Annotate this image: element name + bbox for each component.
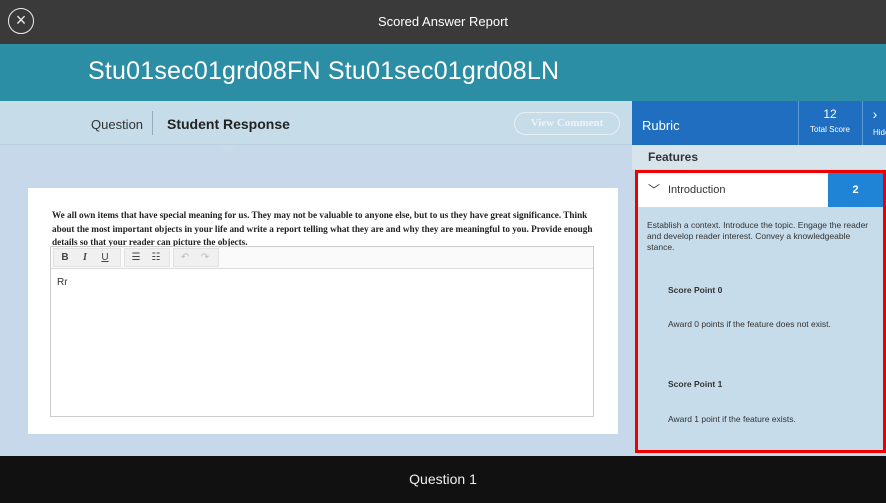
tab-student-response[interactable]: Student Response <box>167 116 290 132</box>
rubric-title: Rubric <box>642 118 680 133</box>
tab-divider <box>152 111 153 135</box>
list-group: ☰ ☷ <box>124 248 170 267</box>
response-text: Rr <box>57 277 68 288</box>
bold-button[interactable]: B <box>58 252 72 263</box>
format-group: B I U <box>53 248 121 267</box>
tab-question[interactable]: Question <box>91 117 143 132</box>
total-score-value: 12 <box>823 107 837 121</box>
student-name: Stu01sec01grd08FN Stu01sec01grd08LN <box>88 57 560 85</box>
feature-introduction: ﹀ Introduction 2 Establish a context. In… <box>635 170 886 453</box>
chevron-down-icon: ﹀ <box>648 183 661 197</box>
italic-button[interactable]: I <box>78 252 92 263</box>
bulleted-list-icon[interactable]: ☰ <box>129 252 143 263</box>
score-point-title: Score Point 0 <box>668 285 723 295</box>
features-title: Features <box>648 150 699 164</box>
response-editor[interactable]: B I U ☰ ☷ ↶ ↷ Rr <box>50 246 594 417</box>
feature-description: Establish a context. Introduce the topic… <box>647 220 869 252</box>
tab-bar: Question Student Response View Comment <box>0 101 632 145</box>
chevron-right-icon: › <box>872 106 878 122</box>
bottom-bar: Question 1 <box>0 456 886 503</box>
response-card: We all own items that have special meani… <box>28 188 618 434</box>
underline-button[interactable]: U <box>98 252 112 263</box>
active-tab-caret <box>219 145 237 153</box>
total-score-box: 12 Total Score <box>798 101 860 145</box>
score-point-title: Score Point 1 <box>668 379 723 389</box>
history-group: ↶ ↷ <box>173 248 219 267</box>
score-point-description: Award 0 points if the feature does not e… <box>668 319 831 329</box>
question-number[interactable]: Question 1 <box>0 471 886 487</box>
features-header: Features <box>632 145 886 169</box>
score-point-description: Award 1 point if the feature exists. <box>668 414 796 424</box>
hide-rubric-button[interactable]: › Hide <box>862 101 886 145</box>
undo-icon[interactable]: ↶ <box>178 252 192 263</box>
view-comment-button[interactable]: View Comment <box>514 112 620 135</box>
top-bar: × Scored Answer Report <box>0 0 886 44</box>
report-title: Scored Answer Report <box>377 14 509 29</box>
numbered-list-icon[interactable]: ☷ <box>149 252 163 263</box>
rubric-panel: Rubric 12 Total Score › Hide Features ﹀ … <box>632 101 886 456</box>
editor-toolbar: B I U ☰ ☷ ↶ ↷ <box>51 247 593 269</box>
redo-icon[interactable]: ↷ <box>198 252 212 263</box>
feature-row-introduction[interactable]: ﹀ Introduction 2 <box>638 173 883 207</box>
rubric-header: Rubric 12 Total Score › Hide <box>632 101 886 145</box>
question-prompt: We all own items that have special meani… <box>52 210 593 248</box>
feature-score: 2 <box>828 173 883 207</box>
feature-label: Introduction <box>668 184 726 196</box>
total-score-label: Total Score <box>809 125 851 134</box>
student-name-bar: Stu01sec01grd08FN Stu01sec01grd08LN <box>0 44 886 101</box>
hide-label: Hide <box>873 128 886 137</box>
response-panel: Question Student Response View Comment W… <box>0 101 632 456</box>
